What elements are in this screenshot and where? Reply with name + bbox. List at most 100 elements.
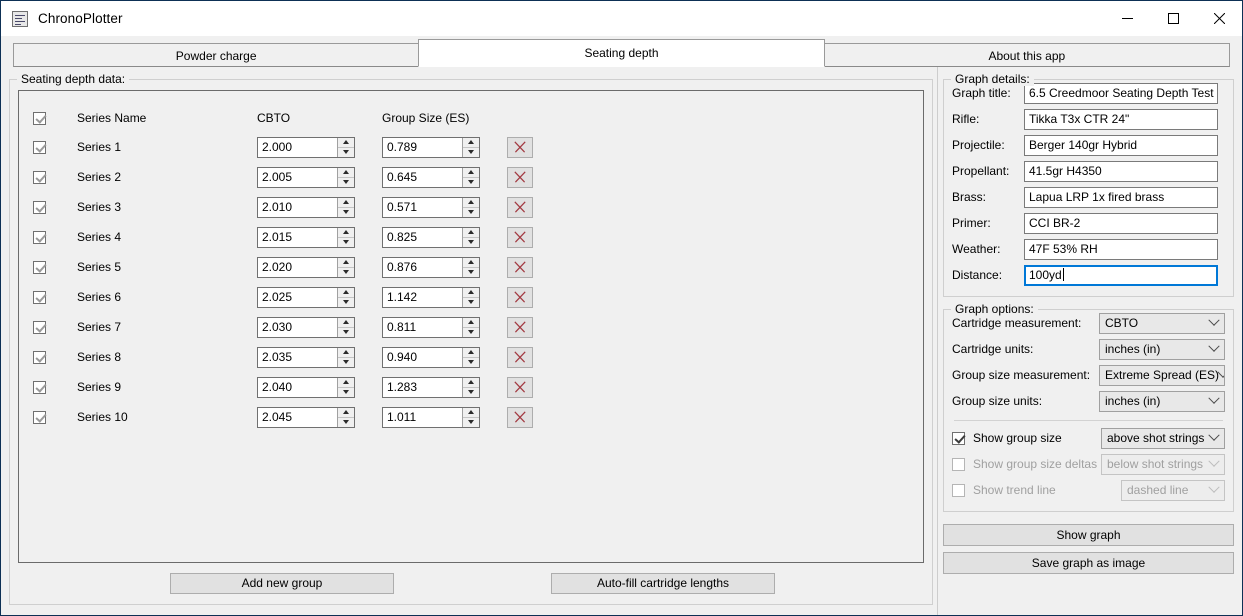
cbto-input-9-step-up[interactable] <box>338 377 354 388</box>
group-size-input-4-step-down[interactable] <box>463 237 479 247</box>
tab-about-this-app[interactable]: About this app <box>823 43 1230 67</box>
group-size-input-8-step-up[interactable] <box>463 347 479 358</box>
group-size-input-8-step-down[interactable] <box>463 357 479 367</box>
delete-series-button-10[interactable] <box>507 406 533 428</box>
group-size-input-7-stepper[interactable] <box>462 317 479 337</box>
cbto-input-6-stepper[interactable] <box>337 287 354 307</box>
graph-detail-input-4[interactable]: Lapua LRP 1x fired brass <box>1024 186 1218 208</box>
minimize-button[interactable] <box>1104 1 1150 36</box>
group-size-input-8-stepper[interactable] <box>462 347 479 367</box>
delete-series-button-8[interactable] <box>507 346 533 368</box>
cbto-input-8-step-down[interactable] <box>338 357 354 367</box>
group-size-input-1[interactable]: 0.789 <box>382 136 480 158</box>
group-size-input-5-step-up[interactable] <box>463 257 479 268</box>
group-size-input-9[interactable]: 1.283 <box>382 376 480 398</box>
cbto-input-4-step-down[interactable] <box>338 237 354 247</box>
cbto-input-6[interactable]: 2.025 <box>257 286 355 308</box>
graph-option-select-2[interactable]: Extreme Spread (ES) <box>1099 364 1225 386</box>
series-checkbox-8[interactable] <box>33 351 46 365</box>
group-size-input-3-step-down[interactable] <box>463 207 479 217</box>
cbto-input-1[interactable]: 2.000 <box>257 136 355 158</box>
series-checkbox-10[interactable] <box>33 411 46 425</box>
toggle-select-0[interactable]: above shot strings <box>1101 427 1225 449</box>
group-size-input-2-step-up[interactable] <box>463 167 479 178</box>
cbto-input-7[interactable]: 2.030 <box>257 316 355 338</box>
maximize-button[interactable] <box>1150 1 1196 36</box>
graph-detail-input-2[interactable]: Berger 140gr Hybrid <box>1024 134 1218 156</box>
cbto-input-10-step-down[interactable] <box>338 417 354 427</box>
group-size-input-2-stepper[interactable] <box>462 167 479 187</box>
series-checkbox-3[interactable] <box>33 201 46 215</box>
group-size-input-3-step-up[interactable] <box>463 197 479 208</box>
cbto-input-9-step-down[interactable] <box>338 387 354 397</box>
graph-option-select-0[interactable]: CBTO <box>1099 312 1225 334</box>
graph-detail-input-1[interactable]: Tikka T3x CTR 24" <box>1024 108 1218 130</box>
cbto-input-5[interactable]: 2.020 <box>257 256 355 278</box>
show-graph-button[interactable]: Show graph <box>943 524 1234 546</box>
toggle-checkbox-0[interactable] <box>952 431 965 445</box>
delete-series-button-2[interactable] <box>507 166 533 188</box>
cbto-input-3-step-down[interactable] <box>338 207 354 217</box>
cbto-input-2-step-down[interactable] <box>338 177 354 187</box>
auto-fill-cartridge-lengths-button[interactable]: Auto-fill cartridge lengths <box>551 573 775 594</box>
select-all-checkbox[interactable] <box>33 111 46 125</box>
group-size-input-9-step-down[interactable] <box>463 387 479 397</box>
cbto-input-7-stepper[interactable] <box>337 317 354 337</box>
cbto-input-9-stepper[interactable] <box>337 377 354 397</box>
group-size-input-10-stepper[interactable] <box>462 407 479 427</box>
group-size-input-6-step-up[interactable] <box>463 287 479 298</box>
group-size-input-4-stepper[interactable] <box>462 227 479 247</box>
graph-detail-input-7[interactable]: 100yd <box>1024 264 1218 286</box>
group-size-input-6-step-down[interactable] <box>463 297 479 307</box>
series-checkbox-4[interactable] <box>33 231 46 245</box>
cbto-input-10[interactable]: 2.045 <box>257 406 355 428</box>
group-size-input-7-step-down[interactable] <box>463 327 479 337</box>
cbto-input-5-step-down[interactable] <box>338 267 354 277</box>
cbto-input-7-step-up[interactable] <box>338 317 354 328</box>
cbto-input-5-stepper[interactable] <box>337 257 354 277</box>
cbto-input-2-stepper[interactable] <box>337 167 354 187</box>
delete-series-button-9[interactable] <box>507 376 533 398</box>
delete-series-button-7[interactable] <box>507 316 533 338</box>
delete-series-button-4[interactable] <box>507 226 533 248</box>
group-size-input-5-stepper[interactable] <box>462 257 479 277</box>
group-size-input-2[interactable]: 0.645 <box>382 166 480 188</box>
cbto-input-7-step-down[interactable] <box>338 327 354 337</box>
group-size-input-4[interactable]: 0.825 <box>382 226 480 248</box>
cbto-input-8-step-up[interactable] <box>338 347 354 358</box>
series-checkbox-2[interactable] <box>33 171 46 185</box>
graph-detail-input-6[interactable]: 47F 53% RH <box>1024 238 1218 260</box>
group-size-input-3-stepper[interactable] <box>462 197 479 217</box>
group-size-input-7[interactable]: 0.811 <box>382 316 480 338</box>
cbto-input-2-step-up[interactable] <box>338 167 354 178</box>
graph-detail-input-3[interactable]: 41.5gr H4350 <box>1024 160 1218 182</box>
delete-series-button-5[interactable] <box>507 256 533 278</box>
group-size-input-10[interactable]: 1.011 <box>382 406 480 428</box>
group-size-input-1-step-up[interactable] <box>463 137 479 148</box>
cbto-input-4-step-up[interactable] <box>338 227 354 238</box>
graph-detail-input-0[interactable]: 6.5 Creedmoor Seating Depth Test <box>1024 82 1218 104</box>
cbto-input-2[interactable]: 2.005 <box>257 166 355 188</box>
group-size-input-4-step-up[interactable] <box>463 227 479 238</box>
cbto-input-8-stepper[interactable] <box>337 347 354 367</box>
series-checkbox-7[interactable] <box>33 321 46 335</box>
cbto-input-4-stepper[interactable] <box>337 227 354 247</box>
cbto-input-6-step-up[interactable] <box>338 287 354 298</box>
cbto-input-4[interactable]: 2.015 <box>257 226 355 248</box>
delete-series-button-6[interactable] <box>507 286 533 308</box>
group-size-input-3[interactable]: 0.571 <box>382 196 480 218</box>
group-size-input-5[interactable]: 0.876 <box>382 256 480 278</box>
group-size-input-10-step-down[interactable] <box>463 417 479 427</box>
group-size-input-1-step-down[interactable] <box>463 147 479 157</box>
group-size-input-9-step-up[interactable] <box>463 377 479 388</box>
delete-series-button-3[interactable] <box>507 196 533 218</box>
cbto-input-3[interactable]: 2.010 <box>257 196 355 218</box>
group-size-input-6-stepper[interactable] <box>462 287 479 307</box>
cbto-input-3-step-up[interactable] <box>338 197 354 208</box>
cbto-input-10-step-up[interactable] <box>338 407 354 418</box>
cbto-input-3-stepper[interactable] <box>337 197 354 217</box>
graph-option-select-3[interactable]: inches (in) <box>1099 390 1225 412</box>
group-size-input-10-step-up[interactable] <box>463 407 479 418</box>
group-size-input-6[interactable]: 1.142 <box>382 286 480 308</box>
series-checkbox-5[interactable] <box>33 261 46 275</box>
